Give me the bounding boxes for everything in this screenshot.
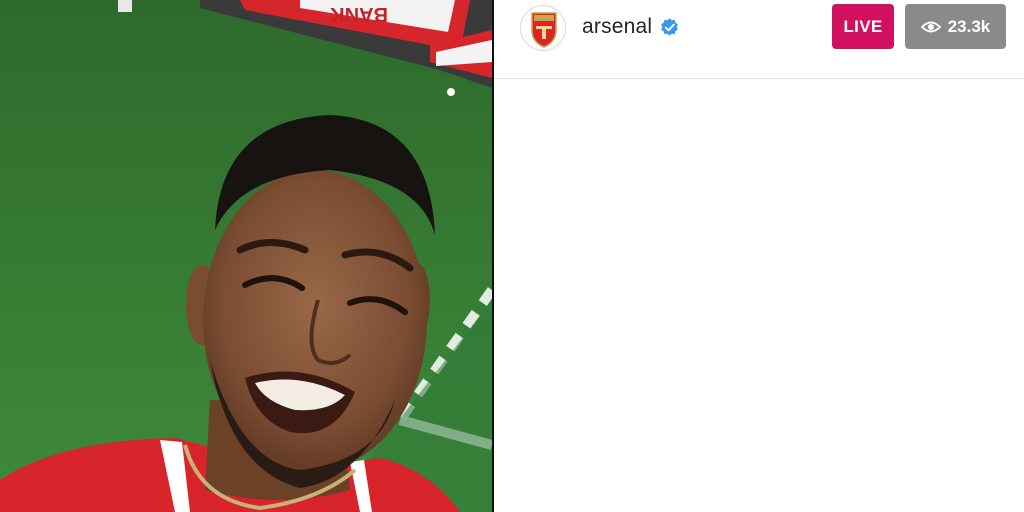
stream-side-panel: arsenal LIVE 23.3k: [494, 0, 1024, 512]
viewer-count-badge: 23.3k: [905, 4, 1006, 49]
live-video-stream[interactable]: BANK: [0, 0, 492, 512]
pitch-marker: [118, 0, 132, 12]
verified-badge-icon: [661, 18, 678, 36]
ad-board-text: BANK: [330, 3, 388, 25]
profile-avatar[interactable]: [520, 5, 566, 51]
username[interactable]: arsenal: [582, 15, 652, 39]
ball: [447, 88, 455, 96]
stream-header: arsenal LIVE 23.3k: [494, 0, 1024, 79]
live-badge: LIVE: [832, 4, 894, 49]
eye-icon: [920, 21, 941, 32]
viewer-count: 23.3k: [947, 16, 991, 36]
arsenal-crest-icon: [531, 12, 557, 48]
live-video-frame: BANK: [0, 0, 492, 512]
